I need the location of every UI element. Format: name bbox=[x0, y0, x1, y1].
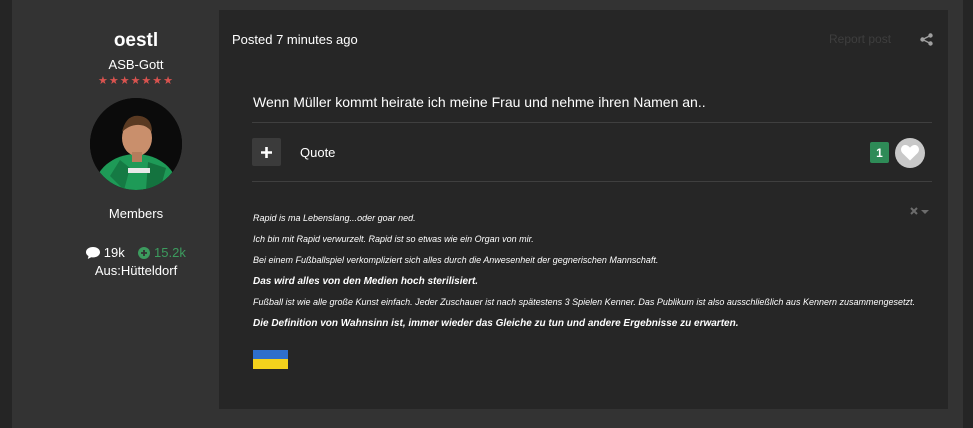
quote-button[interactable]: Quote bbox=[300, 145, 335, 160]
comment-icon bbox=[86, 247, 101, 259]
avatar[interactable] bbox=[90, 98, 182, 190]
signature-line: Fußball ist wie alle große Kunst einfach… bbox=[253, 297, 916, 307]
author-stats: 19k 15.2k bbox=[30, 245, 242, 260]
page-left-edge bbox=[0, 0, 12, 428]
signature-line: Ich bin mit Rapid verwurzelt. Rapid ist … bbox=[253, 234, 534, 244]
post-panel: Posted 7 minutes ago Report post Wenn Mü… bbox=[219, 10, 948, 409]
post-count[interactable]: 19k bbox=[86, 245, 128, 260]
post-timestamp[interactable]: Posted 7 minutes ago bbox=[232, 32, 358, 47]
report-post-link[interactable]: Report post bbox=[829, 32, 891, 46]
signature-line: Rapid is ma Lebenslang...oder goar ned. bbox=[253, 213, 416, 223]
reputation-value: 15.2k bbox=[154, 245, 186, 260]
signature-line: Das wird alles von den Medien hoch steri… bbox=[253, 276, 479, 287]
rank-stars: ★★★★★★★ bbox=[97, 75, 175, 87]
flag-blue-stripe bbox=[253, 350, 288, 359]
page-right-edge bbox=[963, 0, 973, 428]
reaction-count-badge[interactable]: 1 bbox=[870, 142, 889, 163]
share-icon[interactable] bbox=[920, 33, 933, 46]
author-name[interactable]: oestl bbox=[30, 30, 242, 52]
author-group: Members bbox=[108, 206, 164, 221]
author-column: oestl ASB-Gott ★★★★★★★ Members 19k 15.2k… bbox=[30, 28, 242, 278]
heart-icon bbox=[901, 145, 919, 161]
plus-icon bbox=[261, 146, 272, 158]
plus-circle-icon bbox=[138, 247, 151, 259]
signature-line: Bei einem Fußballspiel verkompliziert si… bbox=[253, 255, 659, 265]
reputation: 15.2k bbox=[138, 245, 186, 260]
multiquote-button[interactable] bbox=[252, 138, 281, 166]
divider bbox=[252, 122, 932, 123]
flag-yellow-stripe bbox=[253, 359, 288, 369]
signature: Rapid is ma Lebenslang...oder goar ned. … bbox=[253, 208, 933, 334]
like-button[interactable] bbox=[895, 138, 925, 168]
signature-line: Die Definition von Wahnsinn ist, immer w… bbox=[253, 318, 739, 329]
post-count-value: 19k bbox=[103, 245, 125, 260]
author-rank: ASB-Gott bbox=[108, 57, 164, 72]
author-location: Aus:Hütteldorf bbox=[94, 263, 178, 278]
ukraine-flag bbox=[253, 350, 288, 369]
divider bbox=[252, 181, 932, 182]
post-content: Wenn Müller kommt heirate ich meine Frau… bbox=[253, 94, 706, 110]
